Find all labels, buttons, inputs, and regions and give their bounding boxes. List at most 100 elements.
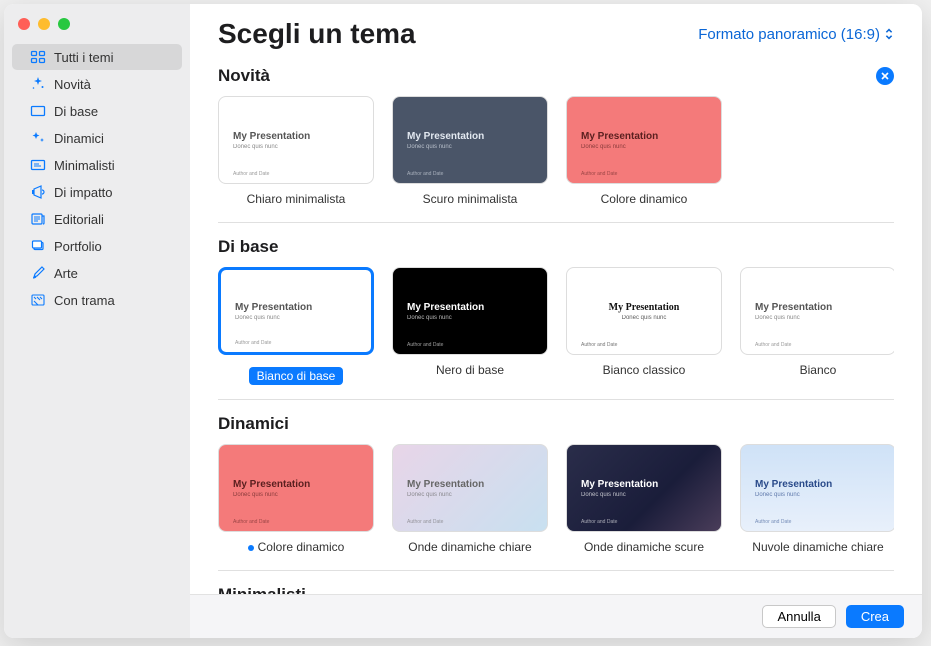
- section-header: Minimalisti: [218, 585, 894, 594]
- theme-thumbnail: My PresentationDonec quis nuncAuthor and…: [218, 96, 374, 184]
- grid-icon: [30, 49, 46, 65]
- theme-label: Colore dinamico: [248, 538, 345, 556]
- theme-item[interactable]: My PresentationDonec quis nuncAuthor and…: [218, 267, 374, 385]
- sparkle-icon: [30, 76, 46, 92]
- theme-label: Nero di base: [436, 361, 504, 379]
- minimize-window-button[interactable]: [38, 18, 50, 30]
- thumb-author: Author and Date: [407, 519, 443, 525]
- theme-label: Chiaro minimalista: [247, 190, 346, 208]
- divider: [218, 570, 894, 571]
- theme-thumbnail: My Presentation Donec quis nunc Author and…: [392, 96, 548, 184]
- window-controls: [18, 18, 70, 30]
- theme-item[interactable]: My PresentationDonec quis nuncAuthor and…: [218, 444, 374, 556]
- sidebar-item-label: Con trama: [54, 293, 115, 308]
- theme-item[interactable]: My PresentationDonec quis nuncAuthor and…: [218, 96, 374, 208]
- sidebar-item-label: Portfolio: [54, 239, 102, 254]
- divider: [218, 399, 894, 400]
- sidebar-item-tutti-i-temi[interactable]: Tutti i temi: [12, 44, 182, 70]
- close-window-button[interactable]: [18, 18, 30, 30]
- sidebar-item-arte[interactable]: Arte: [12, 260, 182, 286]
- section-title: Di base: [218, 237, 278, 257]
- texture-icon: [30, 292, 46, 308]
- sidebar-item-di-impatto[interactable]: Di impatto: [12, 179, 182, 205]
- text-icon: [30, 157, 46, 173]
- zoom-window-button[interactable]: [58, 18, 70, 30]
- theme-label: Bianco: [800, 361, 837, 379]
- sidebar-item-label: Dinamici: [54, 131, 104, 146]
- theme-thumbnail: My PresentationDonec quis nuncAuthor and…: [566, 267, 722, 355]
- theme-thumbnail: My PresentationDonec quis nuncAuthor and…: [392, 267, 548, 355]
- news-icon: [30, 211, 46, 227]
- thumb-title: My Presentation: [233, 479, 359, 490]
- section-di-base: Di base My Presentation Donec quis nunc Aut…: [218, 237, 894, 393]
- format-dropdown[interactable]: Formato panoramico (16:9): [698, 26, 894, 43]
- chevron-updown-icon: [884, 27, 894, 41]
- theme-thumbnail: My Presentation Donec quis nunc Author and…: [566, 444, 722, 532]
- thumb-title: My Presentation: [407, 131, 533, 142]
- cancel-button[interactable]: Annulla: [762, 605, 835, 628]
- theme-label: Nuvole dinamiche chiare: [752, 538, 883, 556]
- theme-item[interactable]: My Presentation Donec quis nunc Author and…: [740, 444, 894, 556]
- sidebar-item-dinamici[interactable]: Dinamici: [12, 125, 182, 151]
- thumb-author: Author and Date: [581, 519, 617, 525]
- sidebar-item-di-base[interactable]: Di base: [12, 98, 182, 124]
- rect-icon: [30, 103, 46, 119]
- thumb-author: Author and Date: [233, 519, 269, 525]
- theme-thumbnail: My Presentation Donec quis nunc Author and…: [740, 444, 894, 532]
- sidebar-item-novità[interactable]: Novità: [12, 71, 182, 97]
- sidebar-item-portfolio[interactable]: Portfolio: [12, 233, 182, 259]
- thumb-author: Author and Date: [233, 171, 269, 177]
- theme-item[interactable]: My Presentation Donec quis nunc Author and…: [392, 96, 548, 208]
- create-button[interactable]: Crea: [846, 605, 904, 628]
- thumb-subtitle: Donec quis nunc: [235, 315, 357, 321]
- thumb-title: My Presentation: [755, 479, 881, 490]
- thumb-title: My Presentation: [755, 302, 881, 313]
- thumb-author: Author and Date: [581, 171, 617, 177]
- close-icon: [880, 71, 890, 81]
- theme-label: Colore dinamico: [601, 190, 688, 208]
- thumb-title: My Presentation: [407, 302, 533, 313]
- section-header: Dinamici: [218, 414, 894, 434]
- sidebar-item-label: Tutti i temi: [54, 50, 113, 65]
- thumb-subtitle: Donec quis nunc: [581, 492, 707, 498]
- theme-item[interactable]: My PresentationDonec quis nuncAuthor and…: [392, 444, 548, 556]
- theme-content[interactable]: NovitàMy PresentationDonec quis nuncAuth…: [190, 58, 922, 594]
- sidebar-item-label: Di impatto: [54, 185, 113, 200]
- theme-item[interactable]: My PresentationDonec quis nuncAuthor and…: [566, 267, 722, 385]
- sidebar-item-minimalisti[interactable]: Minimalisti: [12, 152, 182, 178]
- thumb-author: Author and Date: [755, 519, 791, 525]
- format-label: Formato panoramico (16:9): [698, 26, 880, 43]
- thumb-subtitle: Donec quis nunc: [755, 315, 881, 321]
- thumb-title: My Presentation: [581, 479, 707, 490]
- section-close-button[interactable]: [876, 67, 894, 85]
- theme-item[interactable]: My Presentation Donec quis nunc Author and…: [566, 444, 722, 556]
- theme-thumbnail: My PresentationDonec quis nuncAuthor and…: [218, 444, 374, 532]
- sidebar-item-editoriali[interactable]: Editoriali: [12, 206, 182, 232]
- sidebar-item-label: Arte: [54, 266, 78, 281]
- thumb-author: Author and Date: [407, 171, 443, 177]
- sidebar-item-con-trama[interactable]: Con trama: [12, 287, 182, 313]
- theme-thumbnail: My PresentationDonec quis nuncAuthor and…: [218, 267, 374, 355]
- theme-label: Bianco di base: [249, 367, 344, 385]
- section-header: Di base: [218, 237, 894, 257]
- theme-item[interactable]: My PresentationDonec quis nuncAuthor and…: [392, 267, 548, 385]
- footer: Annulla Crea: [190, 594, 922, 638]
- theme-row: My Presentation Donec quis nunc Author and…: [218, 96, 894, 216]
- theme-item[interactable]: My PresentationDonec quis nuncAuthor and…: [740, 267, 894, 385]
- sidebar-item-label: Editoriali: [54, 212, 104, 227]
- thumb-subtitle: Donec quis nunc: [581, 315, 707, 321]
- folder-icon: [30, 238, 46, 254]
- thumb-subtitle: Donec quis nunc: [755, 492, 881, 498]
- thumb-author: Author and Date: [235, 340, 271, 346]
- header: Scegli un tema Formato panoramico (16:9): [190, 4, 922, 58]
- theme-item[interactable]: My PresentationDonec quis nuncAuthor and…: [566, 96, 722, 208]
- section-title: Dinamici: [218, 414, 289, 434]
- thumb-title: My Presentation: [233, 131, 359, 142]
- theme-row: My Presentation Donec quis nunc Author and…: [218, 267, 894, 393]
- thumb-title: My Presentation: [407, 479, 533, 490]
- theme-label: Scuro minimalista: [423, 190, 518, 208]
- theme-thumbnail: My PresentationDonec quis nuncAuthor and…: [392, 444, 548, 532]
- thumb-subtitle: Donec quis nunc: [407, 144, 533, 150]
- section-minimalisti: Minimalisti: [218, 585, 894, 594]
- theme-row: My Presentation Donec quis nunc Author and…: [218, 444, 894, 564]
